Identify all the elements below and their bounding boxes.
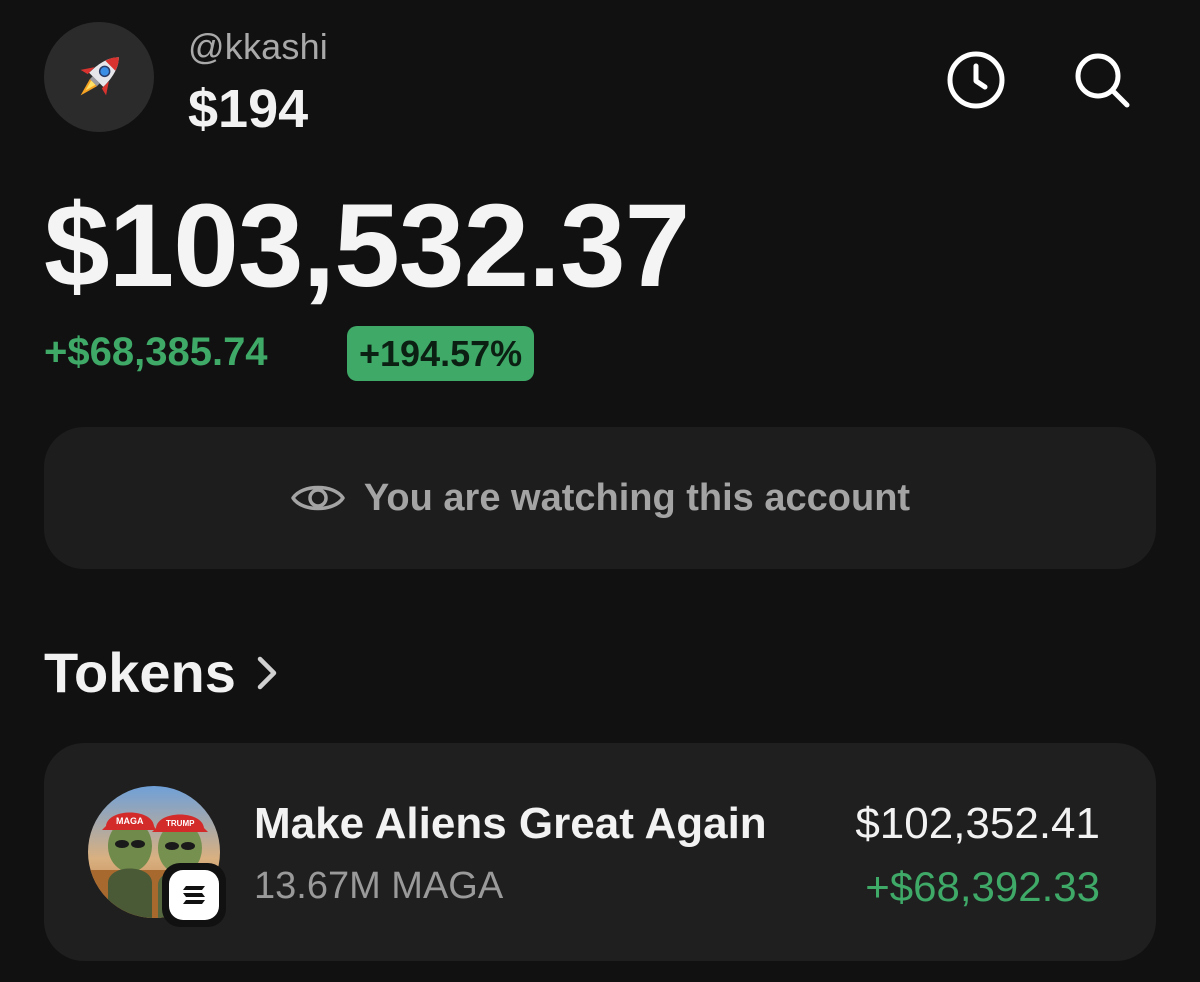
token-name: Make Aliens Great Again — [254, 799, 767, 848]
account-handle: @kkashi — [188, 26, 328, 67]
solana-icon — [183, 886, 205, 904]
account-small-balance: $194 — [188, 79, 309, 139]
svg-text:MAGA: MAGA — [116, 816, 144, 826]
history-button[interactable] — [944, 48, 1008, 112]
token-value: $102,352.41 — [855, 799, 1100, 848]
profile-avatar[interactable] — [44, 22, 154, 132]
eye-icon — [291, 485, 345, 511]
search-button[interactable] — [1070, 48, 1134, 112]
token-change: +$68,392.33 — [865, 863, 1100, 910]
rocket-icon — [80, 57, 119, 96]
clock-icon — [947, 51, 1005, 109]
portfolio-change-amount: +$68,385.74 — [44, 330, 268, 374]
portfolio-balance: $103,532.37 — [44, 180, 690, 312]
tokens-section-link[interactable]: Tokens — [44, 640, 282, 705]
portfolio-change-percent-badge: +194.57% — [347, 326, 535, 381]
tokens-title: Tokens — [44, 641, 236, 704]
token-amount: 13.67M MAGA — [254, 865, 504, 907]
chevron-right-icon — [257, 656, 277, 689]
token-row[interactable]: MAGA TRUMP Make Aliens Great Again 13.67… — [44, 743, 1156, 961]
svg-text:TRUMP: TRUMP — [166, 819, 195, 828]
chain-badge — [162, 863, 226, 927]
watching-account-text: You are watching this account — [363, 476, 911, 519]
search-icon — [1075, 53, 1130, 108]
watching-account-banner[interactable]: You are watching this account — [44, 427, 1156, 569]
